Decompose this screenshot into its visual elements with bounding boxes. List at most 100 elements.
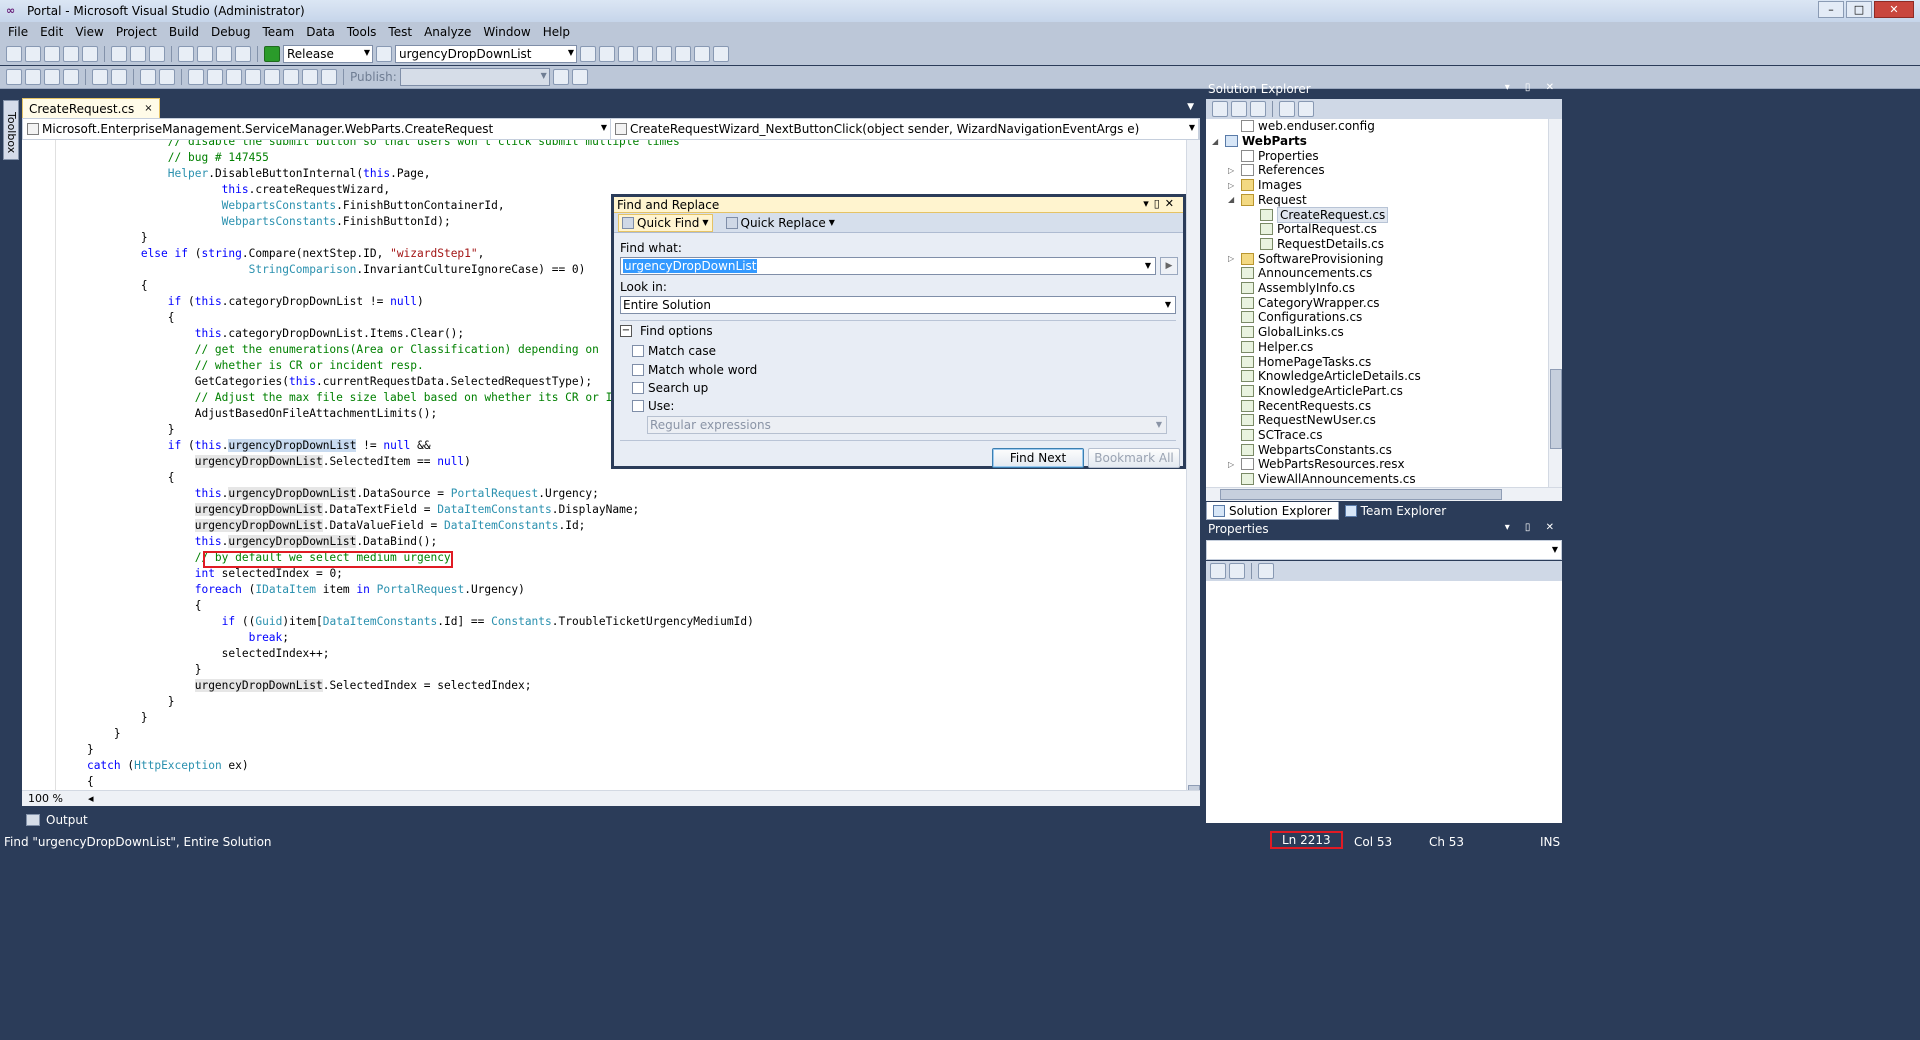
view-code-icon[interactable] [1279,101,1295,117]
redo-icon[interactable] [197,45,213,62]
solution-configuration-select[interactable]: Release ▼ [283,44,373,63]
previous-bookmark-in-folder-icon[interactable] [245,69,261,85]
match-case-checkbox[interactable] [632,345,644,357]
tree-item-request[interactable]: ◢ Request [1228,193,1307,208]
use-option[interactable]: Use: [632,399,674,413]
alphabetical-icon[interactable] [1229,563,1245,579]
search-up-checkbox[interactable] [632,382,644,394]
toolbox-icon[interactable] [637,45,653,62]
uncomment-lines-icon[interactable] [159,69,175,85]
code-line[interactable]: { [60,470,963,486]
collapsed-icon[interactable]: ▷ [1228,460,1237,469]
tab-team-explorer[interactable]: Team Explorer [1339,502,1453,520]
menu-test[interactable]: Test [382,25,418,39]
tree-item-webpartsconstants-cs[interactable]: WebpartsConstants.cs [1241,442,1392,457]
bookmark-all-button[interactable]: Bookmark All [1088,448,1180,468]
menu-edit[interactable]: Edit [34,25,69,39]
members-dropdown[interactable]: CreateRequestWizard_NextButtonClick(obje… [611,119,1199,139]
types-dropdown[interactable]: Microsoft.EnterpriseManagement.ServiceMa… [23,119,611,139]
code-line[interactable]: int selectedIndex = 0; [60,566,963,582]
parameter-info-icon[interactable] [25,69,41,85]
code-line[interactable]: urgencyDropDownList.DataTextField = Data… [60,502,963,518]
expanded-icon[interactable]: ◢ [1228,195,1237,204]
editor-vertical-scrollbar[interactable] [1186,140,1200,801]
paste-icon[interactable] [149,45,165,62]
save-all-icon[interactable] [82,45,98,62]
publish-settings-icon[interactable] [571,69,588,85]
tree-item-portalrequest-cs[interactable]: PortalRequest.cs [1260,222,1377,237]
solution-explorer-horizontal-scrollbar[interactable] [1206,487,1562,501]
look-in-select[interactable]: Entire Solution ▼ [620,296,1176,314]
publish-select[interactable]: ▼ [399,68,550,86]
property-pages-icon[interactable] [1258,563,1274,579]
complete-word-icon[interactable] [63,69,79,85]
solution-explorer-vertical-scrollbar[interactable] [1548,119,1562,487]
next-bookmark-in-folder-icon[interactable] [264,69,280,85]
tree-item-announcements-cs[interactable]: Announcements.cs [1241,266,1372,281]
tree-item-helper-cs[interactable]: Helper.cs [1241,340,1313,355]
code-line[interactable]: if ((Guid)item[DataItemConstants.Id] == … [60,614,963,630]
categorized-icon[interactable] [1210,563,1226,579]
tree-item-references[interactable]: ▷ References [1228,163,1325,178]
expression-builder-button[interactable]: ▶ [1160,257,1178,275]
menu-data[interactable]: Data [300,25,341,39]
find-what-input[interactable]: urgencyDropDownList ▼ [620,257,1156,275]
code-line[interactable]: foreach (IDataItem item in PortalRequest… [60,582,963,598]
tree-item-assemblyinfo-cs[interactable]: AssemblyInfo.cs [1241,281,1355,296]
tree-item-createrequest-cs[interactable]: CreateRequest.cs [1260,206,1389,223]
navigate-forward-icon[interactable] [235,45,251,62]
tab-create-request[interactable]: CreateRequest.cs × [22,98,160,118]
close-button[interactable]: ✕ [1874,1,1914,18]
menu-window[interactable]: Window [477,25,536,39]
navigate-backward-icon[interactable] [216,45,232,62]
menu-build[interactable]: Build [163,25,205,39]
output-tab[interactable]: Output [22,810,88,830]
panel-controls[interactable]: ▾ ▯ ✕ [1505,82,1560,93]
code-line[interactable]: } [60,710,963,726]
collapsed-icon[interactable]: ▷ [1228,181,1237,190]
cut-icon[interactable] [111,45,127,62]
match-whole-word-checkbox[interactable] [632,364,644,376]
tab-solution-explorer[interactable]: Solution Explorer [1206,502,1339,520]
menu-project[interactable]: Project [110,25,163,39]
quick-info-icon[interactable] [44,69,60,85]
tree-item-homepagetasks-cs[interactable]: HomePageTasks.cs [1241,354,1371,369]
zoom-level[interactable]: 100 % [28,792,88,805]
code-line[interactable]: selectedIndex++; [60,646,963,662]
tab-quick-find[interactable]: Quick Find ▼ [618,213,713,232]
tree-item-sctrace-cs[interactable]: SCTrace.cs [1241,428,1323,443]
match-whole-word-option[interactable]: Match whole word [632,363,757,377]
properties-window-icon[interactable] [599,45,615,62]
scroll-thumb[interactable] [1550,369,1562,449]
collapsed-icon[interactable]: ▷ [1228,166,1237,175]
properties-icon[interactable] [1212,101,1228,117]
decrease-indent-icon[interactable] [92,69,108,85]
new-project-icon[interactable] [6,45,22,62]
display-object-members-icon[interactable] [6,69,22,85]
menu-debug[interactable]: Debug [205,25,256,39]
find-in-files-icon[interactable] [376,45,392,62]
code-line[interactable]: } [60,694,963,710]
tree-item-knowledgearticlepart-cs[interactable]: KnowledgeArticlePart.cs [1241,384,1403,399]
increase-indent-icon[interactable] [111,69,127,85]
properties-object-select[interactable]: ▼ [1206,540,1562,560]
command-window-icon[interactable] [713,45,729,62]
clear-bookmarks-icon[interactable] [321,69,337,85]
start-debugging-icon[interactable] [264,45,280,62]
tree-item-webparts[interactable]: ◢ WebParts [1212,134,1307,149]
start-page-icon[interactable] [675,45,691,62]
previous-bookmark-icon[interactable] [207,69,223,85]
menu-tools[interactable]: Tools [341,25,383,39]
next-bookmark-in-document-icon[interactable] [302,69,318,85]
find-next-button[interactable]: Find Next [992,448,1084,468]
use-select[interactable]: Regular expressions ▼ [647,416,1167,434]
menu-analyze[interactable]: Analyze [418,25,477,39]
code-line[interactable]: } [60,726,963,742]
tab-quick-replace[interactable]: Quick Replace ▼ [723,215,838,231]
tree-item-softwareprovisioning[interactable]: ▷ SoftwareProvisioning [1228,251,1383,266]
scroll-left-icon[interactable]: ◂ [88,792,94,805]
undo-icon[interactable] [178,45,194,62]
show-all-files-icon[interactable] [1231,101,1247,117]
menu-team[interactable]: Team [256,25,300,39]
code-line[interactable]: catch (HttpException ex) [60,758,963,774]
